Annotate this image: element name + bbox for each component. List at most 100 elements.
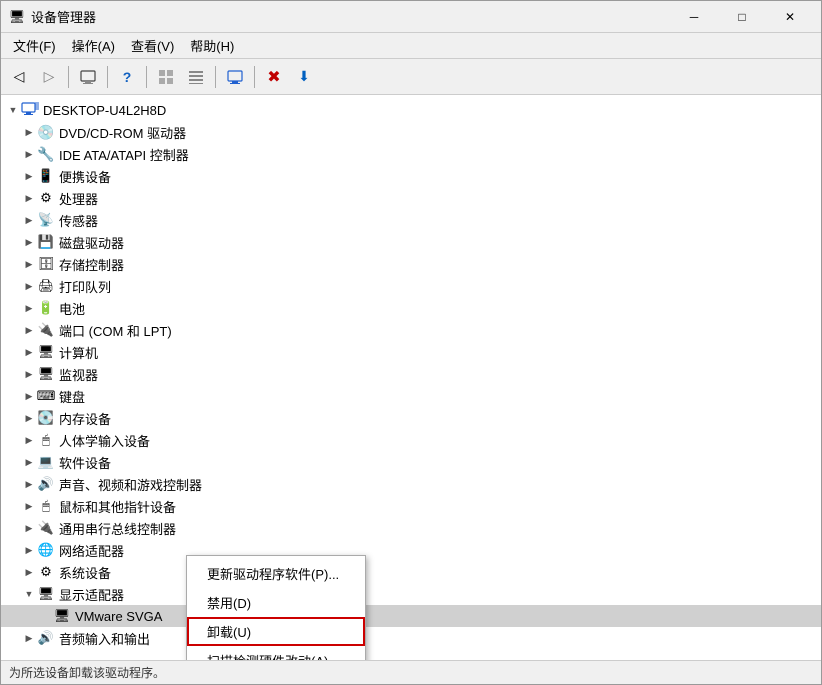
title-bar: 🖥 设备管理器 ─ □ ✕: [1, 1, 821, 33]
tree-item-mouse[interactable]: ▶ 🖱 鼠标和其他指针设备: [1, 495, 821, 517]
minimize-button[interactable]: ─: [671, 3, 717, 31]
mouse-expander[interactable]: ▶: [21, 498, 37, 514]
processor-icon: ⚙: [37, 189, 55, 207]
mouse-icon: 🖱: [37, 497, 55, 515]
list-view-button[interactable]: [152, 63, 180, 91]
print-expander[interactable]: ▶: [21, 278, 37, 294]
sensor-label: 传感器: [59, 211, 98, 230]
ctx-scan-hardware[interactable]: 扫描检测硬件改动(A): [187, 646, 365, 660]
tree-item-audio[interactable]: ▶ 🔊 声音、视频和游戏控制器: [1, 473, 821, 495]
hid-label: 人体学输入设备: [59, 431, 150, 450]
tree-item-display[interactable]: ▼ 🖥 显示适配器: [1, 583, 821, 605]
ide-expander[interactable]: ▶: [21, 146, 37, 162]
sensor-expander[interactable]: ▶: [21, 212, 37, 228]
tree-item-usb[interactable]: ▶ 🔌 通用串行总线控制器: [1, 517, 821, 539]
tree-item-processor[interactable]: ▶ ⚙ 处理器: [1, 187, 821, 209]
storage-icon: 🗄: [37, 255, 55, 273]
battery-icon: 🔋: [37, 299, 55, 317]
tree-item-port[interactable]: ▶ 🔌 端口 (COM 和 LPT): [1, 319, 821, 341]
system-label: 系统设备: [59, 563, 111, 582]
help-button[interactable]: ?: [113, 63, 141, 91]
memory-expander[interactable]: ▶: [21, 410, 37, 426]
uninstall-button[interactable]: ✖: [260, 63, 288, 91]
usb-label: 通用串行总线控制器: [59, 519, 176, 538]
processor-expander[interactable]: ▶: [21, 190, 37, 206]
tree-item-storage[interactable]: ▶ 🗄 存储控制器: [1, 253, 821, 275]
tree-item-system[interactable]: ▶ ⚙ 系统设备: [1, 561, 821, 583]
sound-io-label: 音频输入和输出: [59, 629, 150, 648]
battery-expander[interactable]: ▶: [21, 300, 37, 316]
tree-item-ide[interactable]: ▶ 🔧 IDE ATA/ATAPI 控制器: [1, 143, 821, 165]
back-button[interactable]: ◁: [5, 63, 33, 91]
detail-view-button[interactable]: [182, 63, 210, 91]
disk-expander[interactable]: ▶: [21, 234, 37, 250]
tree-item-hid[interactable]: ▶ 🖱 人体学输入设备: [1, 429, 821, 451]
maximize-button[interactable]: □: [719, 3, 765, 31]
tree-item-network[interactable]: ▶ 🌐 网络适配器: [1, 539, 821, 561]
tree-item-dvd[interactable]: ▶ 💿 DVD/CD-ROM 驱动器: [1, 121, 821, 143]
print-label: 打印队列: [59, 277, 111, 296]
keyboard-icon: ⌨: [37, 387, 55, 405]
network-label: 网络适配器: [59, 541, 124, 560]
list-view-icon: [158, 69, 174, 85]
software-label: 软件设备: [59, 453, 111, 472]
tree-item-sensor[interactable]: ▶ 📡 传感器: [1, 209, 821, 231]
dvd-icon: 💿: [37, 123, 55, 141]
tree-item-keyboard[interactable]: ▶ ⌨ 键盘: [1, 385, 821, 407]
ctx-disable[interactable]: 禁用(D): [187, 588, 365, 617]
computer-expander[interactable]: ▶: [21, 344, 37, 360]
computer-label: 计算机: [59, 343, 98, 362]
display-icon: 🖥: [37, 585, 55, 603]
tree-item-sound-io[interactable]: ▶ 🔊 音频输入和输出: [1, 627, 821, 649]
system-expander[interactable]: ▶: [21, 564, 37, 580]
tree-item-memory[interactable]: ▶ 💽 内存设备: [1, 407, 821, 429]
root-expander[interactable]: ▼: [5, 102, 21, 118]
disk-label: 磁盘驱动器: [59, 233, 124, 252]
audio-label: 声音、视频和游戏控制器: [59, 475, 202, 494]
port-icon: 🔌: [37, 321, 55, 339]
ctx-uninstall[interactable]: 卸载(U): [187, 617, 365, 646]
sound-io-expander[interactable]: ▶: [21, 630, 37, 646]
usb-expander[interactable]: ▶: [21, 520, 37, 536]
audio-expander[interactable]: ▶: [21, 476, 37, 492]
update-button[interactable]: ⬇: [290, 63, 318, 91]
close-button[interactable]: ✕: [767, 3, 813, 31]
ctx-update-driver[interactable]: 更新驱动程序软件(P)...: [187, 559, 365, 588]
tree-item-portable[interactable]: ▶ 📱 便携设备: [1, 165, 821, 187]
forward-button[interactable]: ▷: [35, 63, 63, 91]
portable-expander[interactable]: ▶: [21, 168, 37, 184]
disk-icon: 💾: [37, 233, 55, 251]
network-expander[interactable]: ▶: [21, 542, 37, 558]
device-tree[interactable]: ▼ DESKTOP-U4L2H8D ▶ 💿 DVD/CD-ROM 驱动器: [1, 95, 821, 660]
keyboard-expander[interactable]: ▶: [21, 388, 37, 404]
storage-expander[interactable]: ▶: [21, 256, 37, 272]
menu-view[interactable]: 查看(V): [123, 33, 182, 58]
tree-item-vmware[interactable]: ▶ 🖥 VMware SVGA: [1, 605, 821, 627]
toolbar-sep-4: [215, 66, 216, 88]
hid-expander[interactable]: ▶: [21, 432, 37, 448]
computer-button[interactable]: [74, 63, 102, 91]
toolbar-sep-1: [68, 66, 69, 88]
monitor-button[interactable]: [221, 63, 249, 91]
port-expander[interactable]: ▶: [21, 322, 37, 338]
menu-file[interactable]: 文件(F): [5, 33, 64, 58]
network-icon: 🌐: [37, 541, 55, 559]
tree-root[interactable]: ▼ DESKTOP-U4L2H8D: [1, 99, 821, 121]
tree-item-print[interactable]: ▶ 🖨 打印队列: [1, 275, 821, 297]
tree-item-computer[interactable]: ▶ 🖥 计算机: [1, 341, 821, 363]
software-expander[interactable]: ▶: [21, 454, 37, 470]
tree-item-battery[interactable]: ▶ 🔋 电池: [1, 297, 821, 319]
title-controls: ─ □ ✕: [671, 3, 813, 31]
display-expander[interactable]: ▼: [21, 586, 37, 602]
menu-help[interactable]: 帮助(H): [182, 33, 242, 58]
memory-label: 内存设备: [59, 409, 111, 428]
tree-item-disk[interactable]: ▶ 💾 磁盘驱动器: [1, 231, 821, 253]
dvd-label: DVD/CD-ROM 驱动器: [59, 123, 186, 142]
monitor-expander[interactable]: ▶: [21, 366, 37, 382]
tree-item-software[interactable]: ▶ 💻 软件设备: [1, 451, 821, 473]
dvd-expander[interactable]: ▶: [21, 124, 37, 140]
hid-icon: 🖱: [37, 431, 55, 449]
window-title: 设备管理器: [31, 7, 671, 26]
menu-action[interactable]: 操作(A): [64, 33, 123, 58]
tree-item-monitor[interactable]: ▶ 🖥 监视器: [1, 363, 821, 385]
